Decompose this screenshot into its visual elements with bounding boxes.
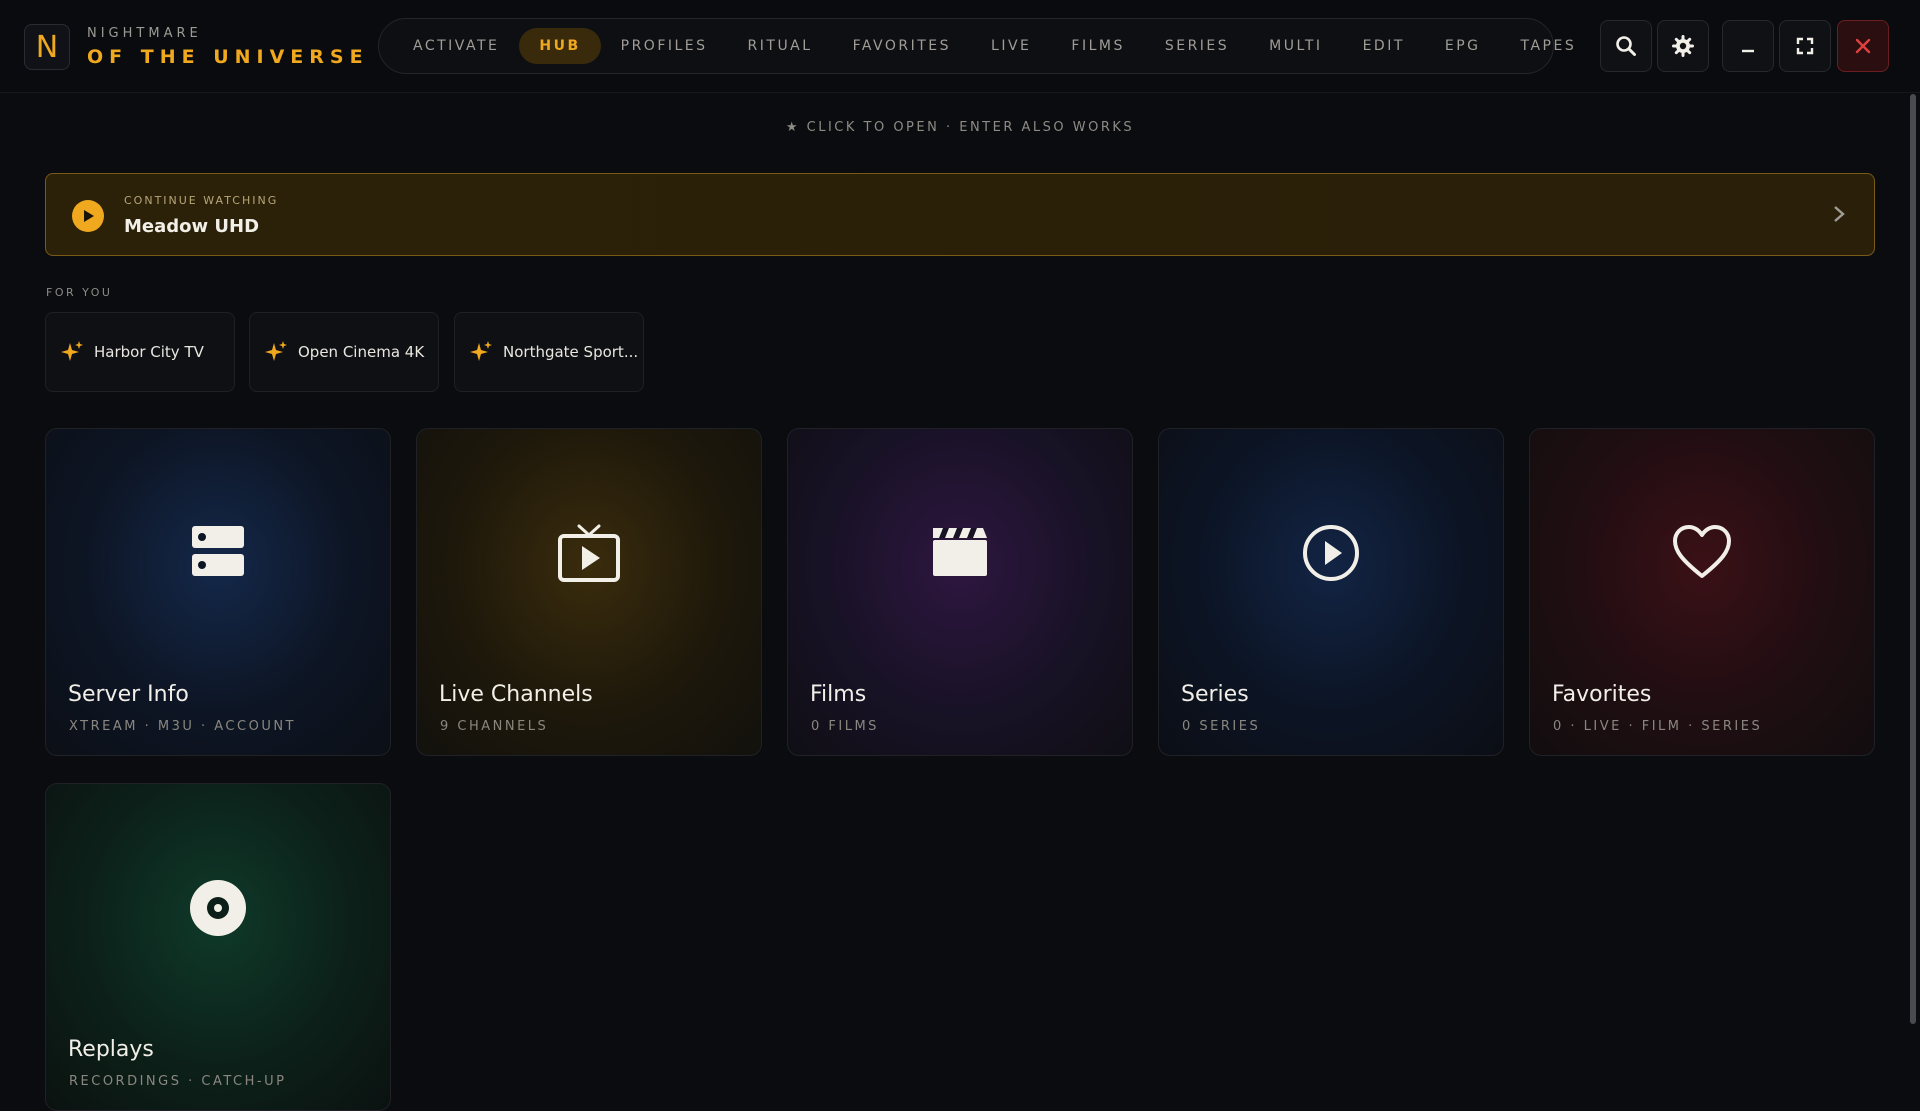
scrollbar[interactable]	[1910, 94, 1916, 1024]
search-button[interactable]	[1600, 20, 1652, 72]
top-bar: N NIGHTMARE OF THE UNIVERSE ACTIVATE HUB…	[0, 0, 1920, 93]
card-subtitle: XTREAM · M3U · ACCOUNT	[69, 719, 297, 734]
fullscreen-icon	[1796, 37, 1814, 55]
card-films[interactable]: Films 0 FILMS	[787, 428, 1133, 756]
card-favorites[interactable]: Favorites 0 · LIVE · FILM · SERIES	[1529, 428, 1875, 756]
tab-activate[interactable]: ACTIVATE	[393, 28, 519, 64]
tab-tapes[interactable]: TAPES	[1501, 28, 1597, 64]
tab-edit[interactable]: EDIT	[1343, 28, 1425, 64]
tab-favorites[interactable]: FAVORITES	[833, 28, 971, 64]
tab-hub[interactable]: HUB	[519, 28, 601, 64]
sparkle-icon	[265, 341, 287, 361]
tab-series[interactable]: SERIES	[1145, 28, 1249, 64]
card-title: Replays	[68, 1037, 154, 1062]
clapperboard-icon	[933, 528, 987, 576]
play-icon	[72, 200, 104, 232]
continue-watching-title: Meadow UHD	[124, 216, 260, 237]
card-live-channels[interactable]: Live Channels 9 CHANNELS	[416, 428, 762, 756]
heart-icon	[1673, 525, 1731, 578]
tab-multi[interactable]: MULTI	[1249, 28, 1342, 64]
main-nav: ACTIVATE HUB PROFILES RITUAL FAVORITES L…	[378, 18, 1574, 74]
card-title: Live Channels	[439, 682, 593, 707]
recommendation-item[interactable]: Open Cinema 4K	[249, 312, 439, 392]
play-circle-icon	[1303, 525, 1359, 581]
recommendation-item[interactable]: Northgate Sport...	[454, 312, 644, 392]
sparkle-icon	[61, 341, 83, 361]
card-replays[interactable]: Replays RECORDINGS · CATCH-UP	[45, 783, 391, 1111]
tab-profiles[interactable]: PROFILES	[601, 28, 728, 64]
card-subtitle: 0 FILMS	[811, 719, 879, 734]
brand-name-bottom: OF THE UNIVERSE	[87, 46, 369, 68]
hint-text: ★ CLICK TO OPEN · ENTER ALSO WORKS	[785, 120, 1135, 135]
minimize-button[interactable]	[1722, 20, 1774, 72]
card-title: Favorites	[1552, 682, 1652, 707]
card-title: Series	[1181, 682, 1249, 707]
recommendation-label: Northgate Sport...	[503, 343, 639, 361]
card-subtitle: 9 CHANNELS	[440, 719, 549, 734]
gear-icon	[1672, 35, 1694, 57]
card-subtitle: 0 · LIVE · FILM · SERIES	[1553, 719, 1763, 734]
card-title: Films	[810, 682, 867, 707]
card-subtitle: 0 SERIES	[1182, 719, 1261, 734]
chevron-right-icon	[1832, 202, 1846, 230]
close-icon	[1855, 38, 1871, 54]
recommendation-label: Open Cinema 4K	[298, 343, 425, 361]
disc-icon	[190, 880, 246, 936]
search-icon	[1616, 36, 1636, 56]
tab-epg[interactable]: EPG	[1425, 28, 1501, 64]
sparkle-icon	[470, 341, 492, 361]
logo-letter: N	[35, 29, 59, 65]
recommendation-item[interactable]: Harbor City TV	[45, 312, 235, 392]
server-icon	[192, 526, 244, 576]
minimize-icon	[1742, 49, 1754, 53]
continue-watching-banner[interactable]: CONTINUE WATCHING Meadow UHD	[45, 173, 1875, 256]
card-series[interactable]: Series 0 SERIES	[1158, 428, 1504, 756]
close-button[interactable]	[1837, 20, 1889, 72]
continue-watching-label: CONTINUE WATCHING	[124, 194, 279, 207]
tab-ritual[interactable]: RITUAL	[728, 28, 833, 64]
settings-button[interactable]	[1657, 20, 1709, 72]
recommendation-label: Harbor City TV	[94, 343, 204, 361]
fullscreen-button[interactable]	[1779, 20, 1831, 72]
card-server-info[interactable]: Server Info XTREAM · M3U · ACCOUNT	[45, 428, 391, 756]
card-subtitle: RECORDINGS · CATCH-UP	[69, 1074, 287, 1089]
tab-films[interactable]: FILMS	[1051, 28, 1144, 64]
logo: N	[24, 24, 70, 70]
brand-name-top: NIGHTMARE	[87, 26, 202, 41]
for-you-label: FOR YOU	[46, 286, 113, 299]
tab-live[interactable]: LIVE	[971, 28, 1051, 64]
tv-play-icon	[558, 524, 620, 582]
card-title: Server Info	[68, 682, 189, 707]
